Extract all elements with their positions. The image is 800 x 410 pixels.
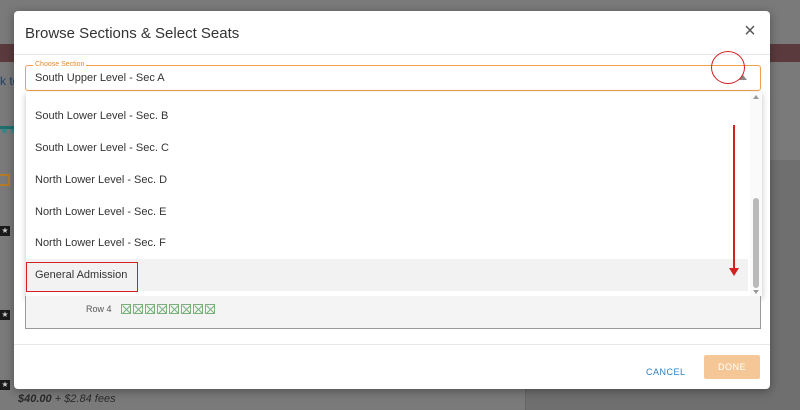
scroll-up-icon[interactable] xyxy=(753,95,759,99)
select-legend: Choose Section xyxy=(33,60,87,70)
seat-unavailable-icon xyxy=(145,304,155,314)
section-select[interactable]: Choose Section South Upper Level - Sec A xyxy=(25,60,761,91)
seat-unavailable-icon xyxy=(133,304,143,314)
select-value: South Upper Level - Sec A xyxy=(35,72,165,84)
option-north-lower-e[interactable]: North Lower Level - Sec. E xyxy=(26,196,748,228)
row-label: Row 4 xyxy=(86,304,112,314)
cancel-button[interactable]: CANCEL xyxy=(646,367,686,377)
annotation-box xyxy=(26,262,138,292)
seat-unavailable-icon xyxy=(181,304,191,314)
option-north-lower-f[interactable]: North Lower Level - Sec. F xyxy=(26,227,748,259)
seat-unavailable-icon xyxy=(193,304,203,314)
calendar-icon xyxy=(0,174,10,186)
star-icon: ★ xyxy=(0,226,10,236)
footer-divider xyxy=(14,344,770,345)
star-icon: ★ xyxy=(0,310,10,320)
tab-indicator xyxy=(0,126,14,129)
option-south-lower-b[interactable]: South Lower Level - Sec. B xyxy=(26,100,748,132)
close-icon[interactable]: × xyxy=(740,21,760,42)
seat-unavailable-icon xyxy=(157,304,167,314)
seat-unavailable-icon xyxy=(121,304,131,314)
seat-unavailable-icon xyxy=(205,304,215,314)
done-button[interactable]: DONE xyxy=(704,355,760,379)
seat-row xyxy=(121,304,215,314)
seat-unavailable-icon xyxy=(169,304,179,314)
option-south-lower-c[interactable]: South Lower Level - Sec. C xyxy=(26,132,748,164)
modal-title: Browse Sections & Select Seats xyxy=(25,25,240,42)
section-select-modal: Browse Sections & Select Seats × Choose … xyxy=(14,11,770,389)
annotation-arrow xyxy=(733,125,735,270)
annotation-circle xyxy=(711,51,745,84)
dropdown-scrollbar[interactable] xyxy=(750,92,762,297)
seat-map-panel: Row 4 xyxy=(25,296,761,329)
annotation-arrow-head xyxy=(729,268,739,276)
star-icon: ★ xyxy=(0,380,10,390)
price-text: $40.00 + $2.84 fees xyxy=(18,393,116,405)
scroll-down-icon[interactable] xyxy=(753,290,759,294)
scrollbar-thumb[interactable] xyxy=(753,198,759,288)
option-north-lower-d[interactable]: North Lower Level - Sec. D xyxy=(26,164,748,196)
header-divider xyxy=(14,54,770,55)
